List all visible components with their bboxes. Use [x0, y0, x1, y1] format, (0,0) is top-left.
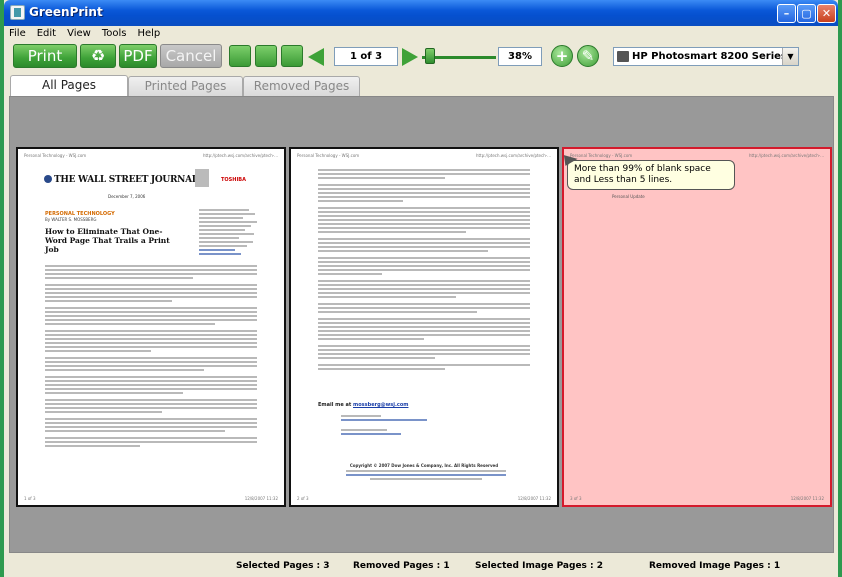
email-link: mossberg@wsj.com — [353, 402, 409, 408]
page-thumbnail-1[interactable]: Personal Technology - WSJ.com http://pte… — [16, 147, 286, 507]
page-header-right: http://ptech.wsj.com/archive/ptech-... — [202, 153, 278, 158]
masthead: THE WALL STREET JOURNAL. — [54, 175, 201, 185]
article-body — [45, 265, 257, 452]
settings-tool-icon[interactable]: ✎ — [577, 45, 599, 67]
removed-page-tooltip: More than 99% of blank space and Less th… — [567, 160, 735, 190]
single-page-view-icon[interactable] — [229, 45, 251, 67]
page-body-text: Personal Update — [612, 194, 645, 199]
page-thumbnail-3-removed[interactable]: Personal Technology - WSJ.com http://pte… — [562, 147, 832, 507]
menu-view[interactable]: View — [62, 26, 97, 39]
page-header-left: Personal Technology - WSJ.com — [570, 153, 633, 158]
next-page-icon[interactable] — [402, 48, 418, 66]
related-links — [341, 415, 431, 437]
tab-bar: All Pages Printed Pages Removed Pages — [4, 72, 838, 96]
page-thumbnail-2[interactable]: Personal Technology - WSJ.com http://pte… — [289, 147, 559, 507]
page-header-left: Personal Technology - WSJ.com — [297, 153, 360, 158]
minimize-button[interactable]: – — [777, 4, 796, 23]
ad-image — [195, 169, 209, 187]
printer-select[interactable]: HP Photosmart 8200 Series ▼ — [613, 47, 799, 66]
cancel-button[interactable]: Cancel — [160, 44, 222, 68]
title-bar[interactable]: GreenPrint – ▢ ✕ — [4, 0, 838, 26]
tab-removed-pages[interactable]: Removed Pages — [243, 76, 360, 96]
email-label: Email me at mossberg@wsj.com — [318, 402, 409, 408]
page-header-left: Personal Technology - WSJ.com — [24, 153, 87, 158]
multi-page-view-icon[interactable] — [255, 45, 277, 67]
page-footer-left: 1 of 3 — [24, 496, 36, 501]
sidebar-links — [199, 209, 259, 257]
pdf-button[interactable]: PDF — [119, 44, 157, 68]
maximize-button[interactable]: ▢ — [797, 4, 816, 23]
ad-brand: TOSHIBA — [221, 177, 246, 183]
zoom-level[interactable]: 38% — [498, 47, 542, 66]
tab-all-pages[interactable]: All Pages — [10, 75, 128, 96]
page-footer-right: 12/8/2007 11:32 — [517, 496, 551, 501]
menu-tools[interactable]: Tools — [97, 26, 133, 39]
headline: How to Eliminate That One-Word Page That… — [45, 227, 170, 254]
article-date: December 7, 2006 — [108, 194, 146, 199]
page-footer-left: 3 of 3 — [570, 496, 582, 501]
page-header-right: http://ptech.wsj.com/archive/ptech-... — [475, 153, 551, 158]
status-bar: Selected Pages : 3 Removed Pages : 1 Sel… — [4, 553, 838, 577]
app-window: GreenPrint – ▢ ✕ File Edit View Tools Help P… — [4, 0, 838, 577]
menu-bar: File Edit View Tools Help — [4, 26, 838, 42]
app-icon — [10, 5, 25, 20]
removed-image-pages-count: Removed Image Pages : 1 — [649, 561, 781, 571]
page-header-right: http://ptech.wsj.com/archive/ptech-... — [748, 153, 824, 158]
selected-pages-count: Selected Pages : 3 — [236, 561, 330, 571]
page-footer-right: 12/8/2007 11:32 — [790, 496, 824, 501]
print-button[interactable]: Print — [13, 44, 77, 68]
page-footer-right: 12/8/2007 11:32 — [244, 496, 278, 501]
copyright-lines — [346, 470, 506, 482]
chevron-down-icon[interactable]: ▼ — [782, 48, 798, 65]
menu-edit[interactable]: Edit — [32, 26, 62, 39]
tab-printed-pages[interactable]: Printed Pages — [128, 76, 243, 96]
close-button[interactable]: ✕ — [817, 4, 836, 23]
window-title: GreenPrint — [29, 5, 103, 19]
zoom-in-icon[interactable]: + — [551, 45, 573, 67]
byline: By WALTER S. MOSSBERG — [45, 217, 97, 222]
selected-image-pages-count: Selected Image Pages : 2 — [475, 561, 604, 571]
zoom-slider-thumb[interactable] — [425, 48, 435, 64]
recycle-icon[interactable]: ♻ — [80, 44, 116, 68]
page-footer-left: 2 of 3 — [297, 496, 309, 501]
article-body — [318, 169, 530, 375]
page-indicator[interactable]: 1 of 3 — [334, 47, 398, 66]
menu-help[interactable]: Help — [132, 26, 166, 39]
previous-page-icon[interactable] — [308, 48, 324, 66]
printer-icon — [617, 51, 629, 62]
menu-file[interactable]: File — [4, 26, 32, 39]
wsj-logo-icon — [44, 175, 52, 183]
toolbar: Print ♻ PDF Cancel 1 of 3 38% + ✎ HP Pho… — [4, 42, 838, 72]
thumbnail-grid-icon[interactable] — [281, 45, 303, 67]
copyright-notice: Copyright © 2007 Dow Jones & Company, In… — [349, 463, 499, 468]
printer-name: HP Photosmart 8200 Series — [632, 51, 787, 62]
removed-pages-count: Removed Pages : 1 — [353, 561, 450, 571]
